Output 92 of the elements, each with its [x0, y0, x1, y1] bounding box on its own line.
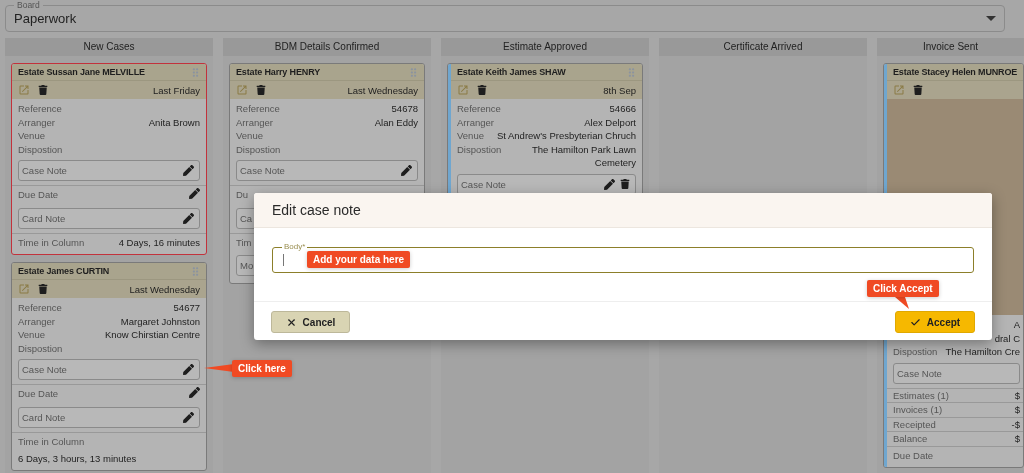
trash-icon[interactable]	[38, 284, 48, 294]
card-title: Estate James CURTIN	[18, 266, 110, 276]
note-field[interactable]: Case Note	[893, 362, 1020, 384]
accept-button[interactable]: Accept	[895, 311, 975, 333]
field-value: 54666	[609, 102, 636, 116]
pencil-icon[interactable]	[183, 165, 194, 176]
field-value: $	[1014, 388, 1020, 402]
note-field[interactable]: Card Note	[18, 207, 200, 229]
field-label: Venue	[18, 129, 45, 143]
card-date: 8th Sep	[603, 84, 636, 96]
note-field[interactable]: Card Note	[18, 406, 200, 428]
field-label: Balance	[893, 432, 928, 446]
column-title: Certificate Arrived	[659, 38, 867, 56]
pencil-icon[interactable]	[401, 165, 412, 176]
text-cursor	[283, 254, 284, 266]
cancel-button[interactable]: Cancel	[271, 311, 350, 333]
pencil-icon[interactable]	[183, 364, 194, 375]
column-title: Invoice Sent	[877, 38, 1024, 56]
card-title: Estate Stacey Helen MUNROE	[893, 67, 1018, 77]
trash-icon[interactable]	[477, 85, 487, 95]
note-field[interactable]: Case Note	[457, 173, 636, 195]
note-field[interactable]: Case Note	[18, 160, 200, 181]
field-value: -$	[1011, 417, 1020, 431]
field-value: A	[1013, 318, 1020, 332]
trash-icon[interactable]	[620, 179, 630, 189]
field-label: Arranger	[18, 115, 55, 129]
field-value: Margaret Johnston	[120, 314, 200, 328]
pencil-icon[interactable]	[183, 411, 194, 423]
callout-pointer	[895, 297, 909, 309]
field-label: Arranger	[236, 115, 273, 129]
column-title: Estimate Approved	[441, 38, 649, 56]
card-date: Last Wednesday	[347, 84, 418, 96]
field-value: The Hamilton Park Lawn Cemetery	[530, 142, 636, 170]
pencil-icon[interactable]	[189, 188, 200, 199]
field-label: Due Date	[18, 188, 59, 202]
card-title: Estate Keith James SHAW	[457, 67, 566, 77]
trash-icon[interactable]	[913, 85, 923, 95]
field-label: Du	[236, 188, 249, 202]
field-label: Tim	[236, 235, 252, 249]
field-value: $	[1014, 432, 1020, 446]
field-label: Arranger	[18, 314, 55, 328]
field-label: Time in Column	[18, 434, 86, 448]
field-value: Alan Eddy	[374, 115, 418, 129]
card-date: Last Friday	[153, 84, 200, 96]
card-title: Estate Harry HENRY	[236, 67, 320, 77]
field-label: Dispostion	[893, 345, 938, 359]
field-label: Dispostion	[236, 142, 281, 156]
note-field[interactable]: Case Note	[236, 160, 418, 181]
field-label: Arranger	[457, 115, 494, 129]
field-value: The Hamilton Cre	[945, 345, 1020, 359]
field-label: Venue	[457, 129, 484, 143]
field-label: Receipted	[893, 417, 936, 431]
close-icon	[285, 316, 297, 328]
field-label: Due Date	[893, 448, 934, 462]
card-title: Estate Sussan Jane MELVILLE	[18, 67, 145, 77]
note-field[interactable]: Case Note	[18, 359, 200, 380]
pencil-icon[interactable]	[604, 178, 615, 190]
field-value: 4 Days, 16 minutes	[118, 235, 200, 249]
callout-label: Click here	[232, 360, 292, 377]
column-title: New Cases	[5, 38, 213, 56]
pencil-icon[interactable]	[183, 212, 194, 224]
field-label: Invoices (1)	[893, 403, 943, 417]
dialog-title: Edit case note	[272, 202, 361, 218]
field-label: Dispostion	[457, 142, 502, 157]
field-label: Time in Column	[18, 235, 85, 249]
pencil-icon[interactable]	[189, 387, 200, 398]
dropdown-caret-icon	[986, 16, 996, 21]
callout-label: Add your data here	[307, 251, 411, 268]
trash-icon[interactable]	[38, 85, 48, 95]
field-label: Venue	[18, 328, 45, 342]
field-value: St Andrew's Presbyterian Chruch	[496, 129, 636, 143]
field-label: Reference	[18, 301, 62, 315]
field-label: Dispostion	[18, 142, 63, 156]
field-value: Anita Brown	[148, 115, 200, 129]
field-value: Alex Delport	[584, 115, 636, 129]
field-value: 54678	[391, 102, 418, 116]
field-label: Venue	[236, 129, 263, 143]
field-label: Reference	[236, 102, 280, 116]
field-value: Know Chirstian Centre	[104, 328, 200, 342]
field-value: 54677	[173, 301, 200, 315]
field-label: Estimates (1)	[893, 388, 949, 402]
field-label: Due Date	[18, 387, 59, 401]
field-value: 6 Days, 3 hours, 13 minutes	[18, 451, 138, 465]
trash-icon[interactable]	[256, 85, 266, 95]
card-date: Last Wednesday	[129, 283, 200, 295]
field-label: Reference	[18, 102, 62, 116]
field-value: dral C	[994, 331, 1020, 345]
check-icon	[909, 316, 921, 328]
field-value: $	[1014, 403, 1020, 417]
column-title: BDM Details Confirmed	[223, 38, 431, 56]
field-label: Dispostion	[18, 341, 63, 355]
field-label: Reference	[457, 102, 501, 116]
